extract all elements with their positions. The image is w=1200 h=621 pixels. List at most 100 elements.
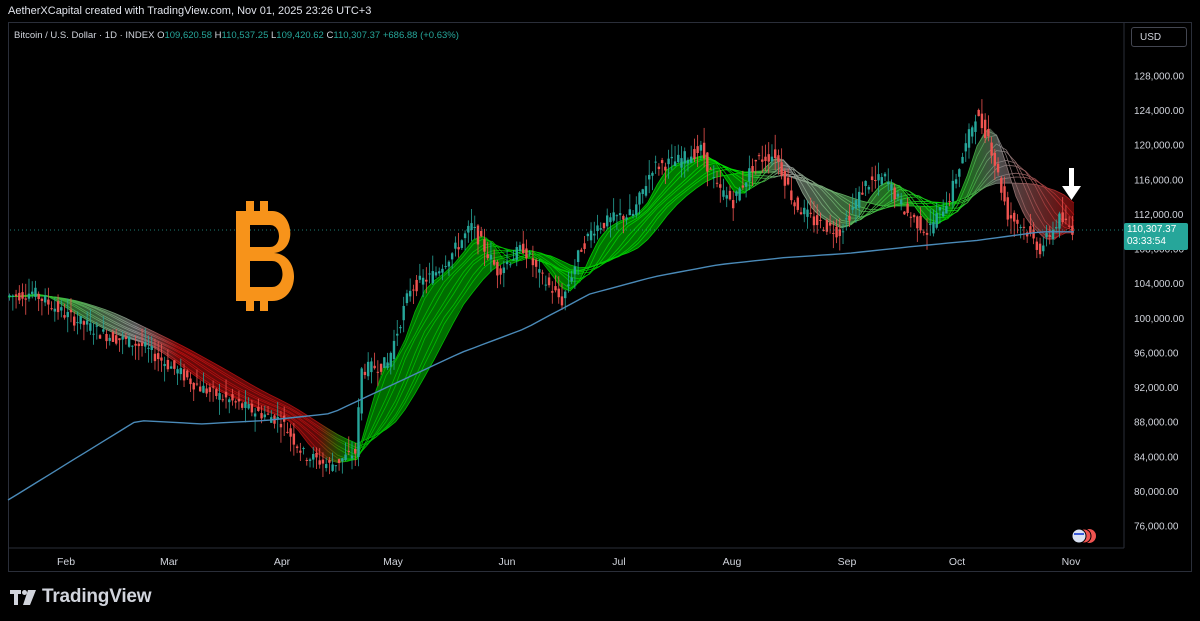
candle — [412, 284, 415, 305]
price-tick-label: 128,000.00 — [1134, 72, 1184, 83]
candle — [192, 382, 195, 402]
candle — [735, 190, 738, 204]
candle — [502, 260, 506, 288]
price-tick-label: 80,000.00 — [1134, 487, 1179, 498]
candle — [341, 457, 344, 474]
candle — [302, 446, 305, 455]
last-price-value: 110,307.37 — [1127, 224, 1177, 235]
candle — [796, 195, 799, 213]
price-tick-label: 84,000.00 — [1134, 452, 1179, 463]
candle — [405, 289, 409, 306]
candle — [363, 363, 367, 379]
candle — [360, 366, 363, 421]
candle — [1042, 236, 1045, 257]
candle — [289, 423, 292, 452]
candle — [580, 247, 583, 253]
candle — [538, 259, 541, 288]
candle — [874, 165, 877, 189]
candle — [912, 213, 916, 223]
price-tick-label: 104,000.00 — [1134, 279, 1184, 290]
tradingview-icon — [10, 589, 36, 605]
candle — [693, 138, 696, 163]
price-tick-label: 76,000.00 — [1134, 522, 1179, 533]
candle — [1009, 202, 1013, 234]
candle — [40, 297, 44, 316]
candle — [1022, 218, 1026, 240]
candle — [958, 168, 961, 188]
candle — [399, 324, 402, 334]
candle — [386, 352, 389, 370]
ma-ribbon — [7, 128, 1075, 463]
tradingview-logo[interactable]: TradingView — [10, 586, 152, 608]
candle — [612, 198, 615, 223]
candle — [602, 222, 606, 232]
candle — [783, 168, 787, 199]
candle — [53, 298, 57, 322]
candle — [870, 166, 874, 192]
candle — [299, 442, 302, 462]
bar-countdown: 03:33:54 — [1127, 236, 1166, 247]
candle — [586, 232, 590, 242]
candle — [790, 177, 793, 205]
candle — [547, 272, 551, 288]
candle — [654, 155, 657, 174]
candle — [780, 148, 783, 180]
candle — [98, 333, 102, 339]
candle — [176, 365, 179, 385]
candle — [273, 414, 276, 429]
bitcoin-icon — [236, 201, 295, 311]
ribbon-line — [7, 167, 1075, 451]
candle — [438, 267, 441, 276]
candle — [467, 220, 470, 243]
events-flag-icon[interactable] — [1071, 528, 1096, 544]
candle — [593, 221, 596, 244]
ribbon-line — [7, 169, 1075, 444]
candle — [454, 236, 457, 257]
candle — [118, 338, 121, 352]
candle — [373, 352, 376, 370]
candle — [463, 230, 467, 251]
time-tick-label: Feb — [57, 556, 75, 568]
ribbon-line — [7, 162, 1075, 456]
candle — [793, 200, 796, 215]
candle — [383, 357, 386, 369]
candle — [431, 255, 434, 286]
ribbon-line — [7, 143, 1075, 461]
candle — [660, 157, 664, 175]
price-tick-label: 96,000.00 — [1134, 348, 1179, 359]
candle — [761, 145, 764, 173]
candle — [977, 108, 980, 117]
candle — [1006, 191, 1009, 227]
candle — [864, 180, 867, 196]
candle — [396, 320, 399, 346]
candle — [205, 383, 208, 398]
candle — [589, 222, 593, 248]
candle — [24, 283, 27, 315]
time-tick-label: Sep — [838, 556, 857, 568]
ribbon-line — [7, 134, 1075, 462]
candle — [731, 190, 735, 221]
candle — [909, 212, 913, 228]
candle — [73, 311, 76, 332]
candle — [295, 444, 299, 454]
price-tick-label: 120,000.00 — [1134, 141, 1184, 152]
candle — [460, 239, 464, 250]
candle — [418, 263, 422, 284]
candle — [971, 125, 974, 144]
candle — [1016, 214, 1019, 234]
candle — [1019, 224, 1022, 239]
candle — [806, 200, 809, 229]
candle — [618, 198, 622, 221]
candle — [34, 280, 37, 301]
candle — [198, 380, 202, 392]
candle — [292, 422, 296, 456]
time-tick-label: Apr — [274, 556, 291, 568]
candle — [722, 178, 725, 201]
candle — [1038, 237, 1042, 259]
candle — [305, 457, 308, 466]
candle — [308, 457, 312, 468]
price-chart[interactable]: 128,000.00 124,000.00 120,000.00 116,000.00… — [0, 0, 1200, 621]
price-tick-label: 116,000.00 — [1134, 175, 1184, 186]
ribbon-line — [7, 130, 1075, 463]
candle — [599, 222, 602, 234]
